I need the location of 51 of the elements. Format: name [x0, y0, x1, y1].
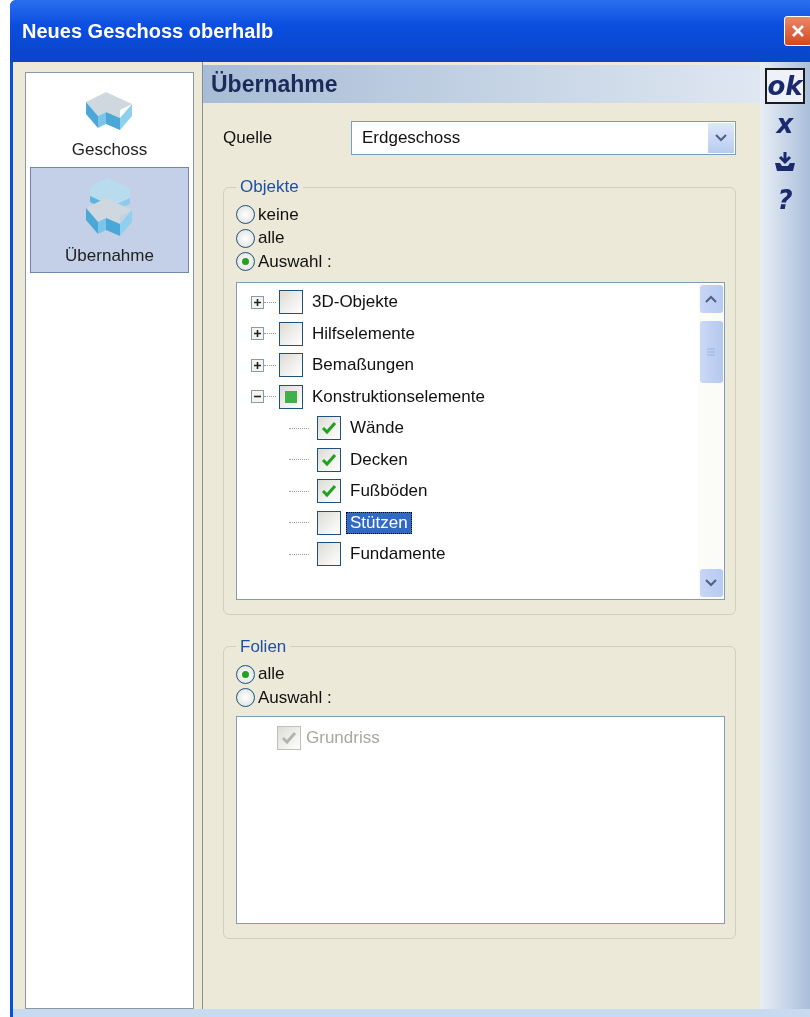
- tree-item[interactable]: Fundamente: [346, 543, 450, 566]
- chevron-up-icon: [705, 294, 717, 303]
- check-icon: [321, 452, 337, 467]
- field-label: Quelle: [223, 128, 274, 148]
- collapse-icon[interactable]: [251, 390, 264, 404]
- tree-item[interactable]: Bemaßungen: [308, 354, 419, 377]
- expand-icon[interactable]: [251, 327, 264, 341]
- check-icon: [281, 731, 297, 746]
- layer-item: Grundriss: [306, 728, 380, 749]
- close-icon: [790, 23, 806, 39]
- expand-icon[interactable]: [251, 295, 264, 309]
- group-title: Objekte: [239, 177, 300, 197]
- window-title: Neues Geschoss oberhalb: [22, 19, 274, 43]
- radio-option[interactable]: alle: [236, 662, 725, 686]
- toolbar-button[interactable]: ?: [765, 182, 805, 218]
- panel-title: Übernahme: [203, 65, 760, 103]
- toolbar-button[interactable]: ok: [765, 68, 805, 104]
- tree-item[interactable]: Stützen: [346, 511, 412, 534]
- tree-item[interactable]: Fußböden: [346, 480, 432, 503]
- check-icon: [321, 484, 337, 499]
- tree-item[interactable]: Decken: [346, 448, 412, 471]
- radio-option[interactable]: Auswahl :: [236, 686, 725, 710]
- expand-icon[interactable]: [251, 358, 264, 372]
- tree-item[interactable]: Konstruktionselemente: [308, 385, 489, 408]
- radio-option[interactable]: alle: [236, 226, 725, 250]
- checkbox[interactable]: [279, 290, 303, 315]
- radio-option[interactable]: Auswahl :: [236, 250, 725, 274]
- sidebar-item[interactable]: Übernahme: [30, 167, 189, 273]
- chevron-down-icon: [705, 578, 717, 587]
- sidebar-item[interactable]: Geschoss: [30, 77, 189, 167]
- checkbox[interactable]: [279, 384, 303, 409]
- chevron-down-icon: [715, 134, 727, 142]
- radio-option[interactable]: keine: [236, 203, 725, 227]
- checkbox[interactable]: [279, 353, 303, 378]
- checkbox[interactable]: [317, 542, 341, 567]
- checkbox[interactable]: [317, 479, 341, 504]
- toolbar-button[interactable]: x: [765, 106, 805, 142]
- source-dropdown[interactable]: Erdgeschoss: [351, 121, 736, 155]
- check-icon: [321, 421, 337, 436]
- tree-item[interactable]: Hilfselemente: [308, 322, 419, 345]
- checkbox[interactable]: [317, 510, 341, 535]
- scroll-down-button[interactable]: [699, 568, 723, 597]
- tree-item[interactable]: Wände: [346, 417, 408, 440]
- group-title: Folien: [239, 636, 288, 657]
- checkbox[interactable]: [317, 416, 341, 441]
- checkbox[interactable]: [279, 321, 303, 346]
- checkbox[interactable]: [317, 447, 341, 472]
- tree-item[interactable]: 3D-Objekte: [308, 291, 402, 314]
- scroll-up-button[interactable]: [699, 284, 723, 313]
- scrollbar-thumb[interactable]: [699, 320, 723, 383]
- close-button[interactable]: [784, 16, 810, 46]
